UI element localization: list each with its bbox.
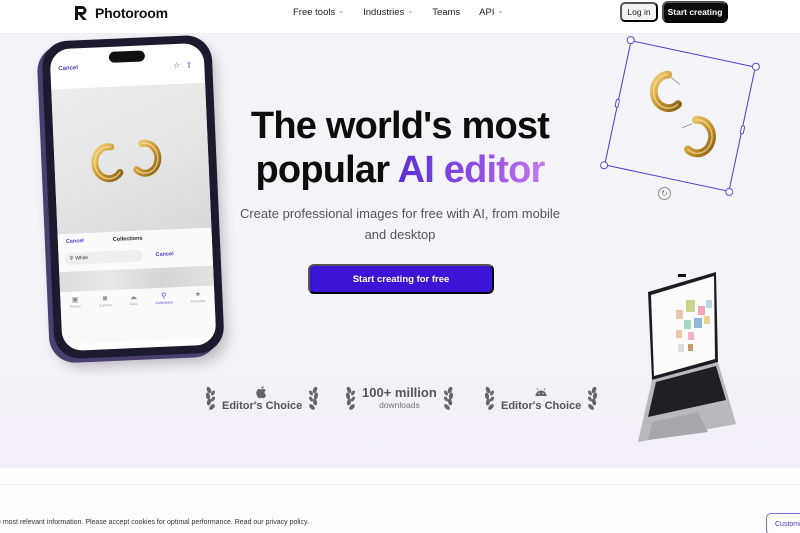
phone-tab-bar: ▣ Photos ◙ Camera ☁ Files ⚲ Collections ★ Fav… [60, 290, 215, 319]
award-android: Editor's Choice [483, 378, 599, 418]
cookie-banner-divider [0, 484, 800, 485]
sheet-cancel-link: Cancel [65, 238, 85, 245]
phone-cancel-link: Cancel [58, 65, 79, 73]
phone-tab-camera: ◙ Camera [99, 294, 112, 317]
award-content: Editor's Choice [222, 385, 302, 412]
search-icon: ⚲ [161, 292, 167, 300]
menu-label: Teams [432, 6, 461, 18]
hero-title-line2: popular [255, 149, 398, 191]
laurel-left-icon [205, 386, 216, 410]
phone-screen: Cancel ☆ ⇪ Cancel Collections ⚲ White Ca… [49, 42, 217, 352]
phone-product-photo [51, 82, 212, 235]
laurel-right-icon [309, 386, 319, 410]
search-cancel-link: Cancel [155, 251, 174, 259]
downloads-label: downloads [379, 400, 420, 410]
menu-api[interactable]: API ⌄ [479, 7, 503, 18]
login-button[interactable]: Log in [620, 2, 658, 22]
laurel-right-icon [443, 386, 453, 410]
tab-label: Favorites [190, 298, 206, 304]
tab-label: Collections [155, 300, 173, 306]
laurel-left-icon [484, 386, 495, 410]
apple-icon [256, 385, 267, 398]
chevron-down-icon: ⌄ [407, 8, 414, 15]
top-nav: Photoroom Free tools ⌄ Industries ⌄ Team… [0, 0, 800, 34]
downloads-count: 100+ million [362, 385, 437, 400]
selection-box [599, 35, 761, 197]
laurel-right-icon [588, 386, 598, 410]
tab-label: Files [129, 301, 138, 307]
awards-row: Editor's Choice 100+ million downloads E… [200, 378, 600, 418]
menu-teams[interactable]: Teams [432, 7, 460, 18]
award-content: Editor's Choice [501, 385, 581, 412]
camera-icon: ◙ [102, 295, 108, 303]
laurel-left-icon [345, 386, 356, 410]
hero-title-line1: The world's most [250, 105, 550, 147]
page: Photoroom Free tools ⌄ Industries ⌄ Team… [0, 0, 800, 533]
menu-free-tools[interactable]: Free tools ⌄ [293, 7, 344, 18]
share-icon: ⇪ [185, 60, 193, 70]
menu-label: API [479, 6, 495, 18]
chevron-down-icon: ⌄ [497, 8, 504, 15]
hero-subtitle: Create professional images for free with… [239, 206, 561, 242]
brand-name: Photoroom [95, 5, 168, 21]
award-content: 100+ million downloads [362, 385, 437, 411]
sheet-title: Collections [112, 235, 143, 243]
resize-handle-top-left[interactable] [625, 35, 636, 45]
photoroom-logo-icon [75, 6, 87, 20]
menu-label: Industries [363, 6, 405, 18]
dynamic-island [108, 50, 146, 63]
tab-label: Camera [99, 303, 112, 308]
award-downloads: 100+ million downloads [344, 378, 455, 418]
phone-search-field: ⚲ White [64, 249, 143, 266]
customize-cookies-button[interactable]: Customize [766, 513, 800, 533]
laptop-mockup [638, 272, 736, 442]
phone-tab-photos: ▣ Photos [69, 295, 81, 317]
brand-logo[interactable]: Photoroom [74, 5, 168, 21]
photos-icon: ▣ [71, 296, 79, 304]
main-menu: Free tools ⌄ Industries ⌄ Teams API ⌄ [293, 0, 522, 24]
award-label: Editor's Choice [222, 399, 303, 412]
start-creating-free-button[interactable]: Start creating for free [308, 264, 494, 294]
rotate-handle-icon[interactable]: ↻ [658, 187, 671, 200]
android-icon [535, 387, 547, 396]
award-apple: Editor's Choice [204, 378, 320, 418]
cloud-icon: ☁ [129, 293, 137, 302]
menu-industries[interactable]: Industries ⌄ [363, 7, 413, 18]
phone-tab-collections: ⚲ Collections [155, 291, 173, 314]
star-icon: ☆ [172, 60, 181, 71]
collection-thumbnails [59, 265, 214, 293]
phone-tab-favorites: ★ Favorites [191, 290, 206, 313]
hero-title-accent: AI editor [397, 149, 546, 191]
chevron-down-icon: ⌄ [338, 8, 345, 15]
phone-tab-files: ☁ Files [129, 293, 138, 315]
menu-label: Free tools [293, 6, 336, 18]
tab-label: Photos [69, 304, 81, 309]
start-creating-button[interactable]: Start creating [662, 1, 728, 23]
award-label: Editor's Choice [501, 399, 582, 412]
floating-earrings-image [649, 70, 716, 158]
star-icon: ★ [194, 291, 202, 299]
phone-mockup: Cancel ☆ ⇪ Cancel Collections ⚲ White Ca… [41, 34, 225, 360]
search-value: White [75, 255, 89, 262]
earrings-image [91, 139, 162, 183]
cookie-banner-text: e most relevant information. Please acce… [0, 519, 309, 526]
search-icon: ⚲ [69, 255, 74, 262]
collections-sheet: Cancel Collections ⚲ White Cancel ▣ Photo… [57, 227, 217, 345]
